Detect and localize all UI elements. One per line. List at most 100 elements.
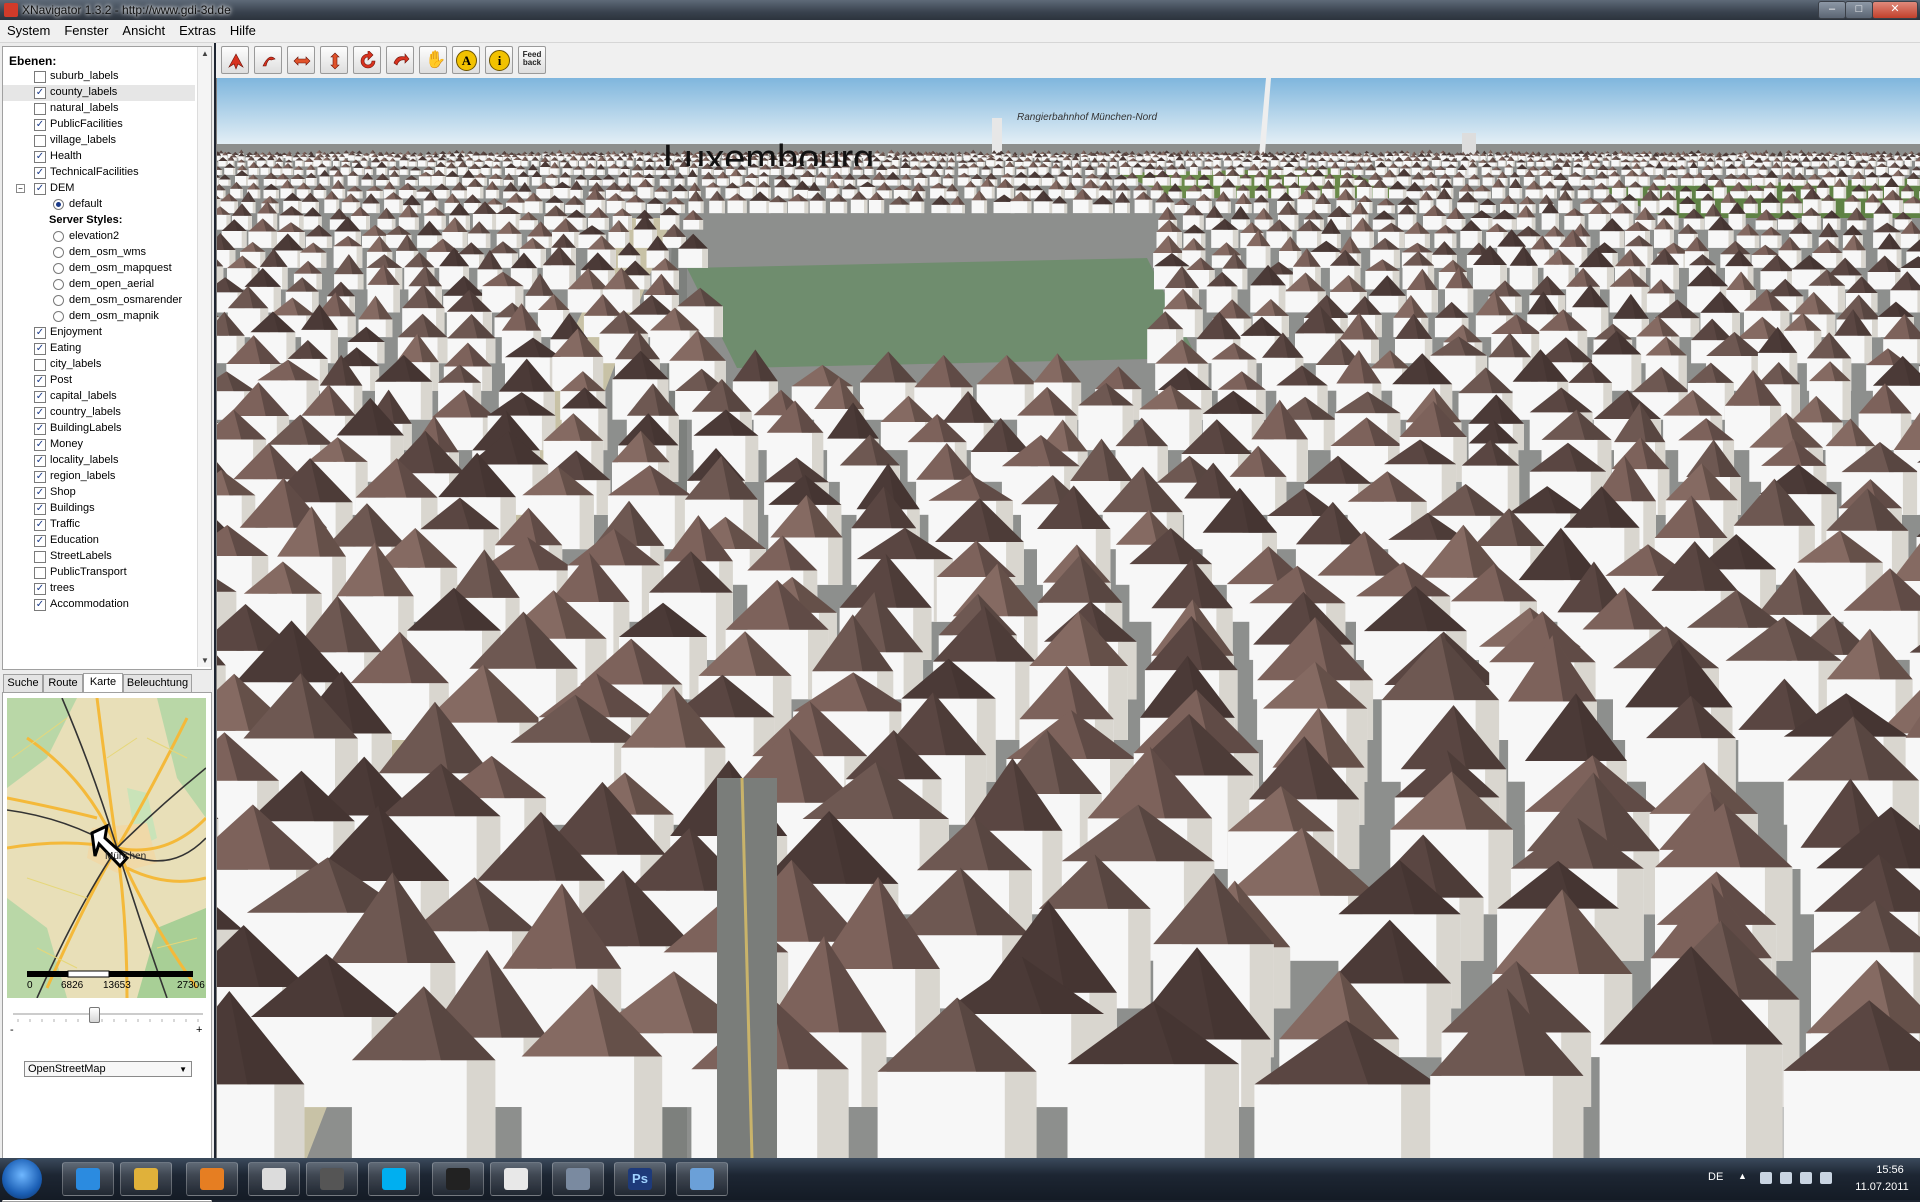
layer-checkbox[interactable]: ✓ bbox=[34, 327, 46, 339]
layer-checkbox[interactable]: ✓ bbox=[34, 375, 46, 387]
layer-checkbox[interactable]: ✓ bbox=[34, 583, 46, 595]
layer-item[interactable]: ✓capital_labels bbox=[3, 389, 195, 405]
map-source-select[interactable]: OpenStreetMap ▼ bbox=[24, 1061, 192, 1077]
menu-fenster[interactable]: Fenster bbox=[57, 20, 115, 38]
building-side bbox=[1478, 179, 1480, 185]
tab-route[interactable]: Route bbox=[43, 674, 83, 693]
scroll-down-icon[interactable]: ▼ bbox=[201, 656, 209, 665]
layer-checkbox[interactable]: ✓ bbox=[34, 391, 46, 403]
layer-checkbox[interactable] bbox=[34, 551, 46, 563]
layer-radio[interactable] bbox=[53, 295, 64, 306]
layer-checkbox[interactable]: ✓ bbox=[34, 455, 46, 467]
maximize-button[interactable]: □ bbox=[1845, 1, 1873, 19]
close-button[interactable]: ✕ bbox=[1872, 1, 1918, 19]
menu-extras[interactable]: Extras bbox=[172, 20, 223, 38]
layer-item[interactable]: ✓trees bbox=[3, 581, 195, 597]
building-side bbox=[909, 180, 911, 186]
annotation-button[interactable]: A bbox=[452, 46, 480, 74]
layer-scrollbar[interactable]: ▲ ▼ bbox=[197, 47, 211, 667]
layer-checkbox[interactable]: ✓ bbox=[34, 183, 46, 195]
fly-up-button[interactable] bbox=[221, 46, 249, 74]
layer-item[interactable]: dem_osm_mapnik bbox=[3, 309, 195, 325]
feedback-button[interactable]: Feed back bbox=[518, 46, 546, 74]
overview-map[interactable]: München 0 6826 13653 27306 bbox=[7, 698, 206, 998]
tab-karte[interactable]: Karte bbox=[83, 673, 123, 694]
layer-item[interactable]: default bbox=[3, 197, 195, 213]
layer-item[interactable]: ✓PublicFacilities bbox=[3, 117, 195, 133]
3d-view[interactable]: Luxembourg Rangierbahnhof München-Nord bbox=[216, 78, 1920, 1158]
layer-item[interactable]: suburb_labels bbox=[3, 69, 195, 85]
hand-pan-button[interactable]: ✋ bbox=[419, 46, 447, 74]
layer-item[interactable]: ✓Traffic bbox=[3, 517, 195, 533]
tab-beleuchtung[interactable]: Beleuchtung bbox=[123, 674, 192, 693]
turn-button[interactable] bbox=[386, 46, 414, 74]
layer-item[interactable]: ✓−DEM bbox=[3, 181, 195, 197]
layer-item[interactable]: StreetLabels bbox=[3, 549, 195, 565]
layer-item[interactable]: elevation2 bbox=[3, 229, 195, 245]
layer-checkbox[interactable] bbox=[34, 135, 46, 147]
zoom-slider[interactable]: - + bbox=[13, 1006, 203, 1046]
layer-checkbox[interactable]: ✓ bbox=[34, 599, 46, 611]
layer-item[interactable]: ✓Post bbox=[3, 373, 195, 389]
layer-checkbox[interactable]: ✓ bbox=[34, 343, 46, 355]
layer-item[interactable]: ✓Money bbox=[3, 437, 195, 453]
layer-checkbox[interactable] bbox=[34, 567, 46, 579]
layer-checkbox[interactable]: ✓ bbox=[34, 167, 46, 179]
move-horizontal-button[interactable] bbox=[287, 46, 315, 74]
rotate-button[interactable] bbox=[353, 46, 381, 74]
layer-radio[interactable] bbox=[53, 247, 64, 258]
scroll-up-icon[interactable]: ▲ bbox=[201, 49, 209, 58]
layer-item[interactable]: ✓BuildingLabels bbox=[3, 421, 195, 437]
layer-item[interactable]: village_labels bbox=[3, 133, 195, 149]
layer-checkbox[interactable] bbox=[34, 103, 46, 115]
layer-item[interactable]: dem_osm_wms bbox=[3, 245, 195, 261]
layer-checkbox[interactable] bbox=[34, 359, 46, 371]
layer-radio[interactable] bbox=[53, 199, 64, 210]
tab-suche[interactable]: Suche bbox=[3, 674, 43, 693]
layer-item[interactable]: ✓Accommodation bbox=[3, 597, 195, 613]
layer-item[interactable]: ✓Health bbox=[3, 149, 195, 165]
layer-checkbox[interactable]: ✓ bbox=[34, 471, 46, 483]
menu-system[interactable]: System bbox=[0, 20, 57, 38]
building-side bbox=[1818, 199, 1822, 213]
layer-checkbox[interactable]: ✓ bbox=[34, 407, 46, 419]
layer-item[interactable]: ✓region_labels bbox=[3, 469, 195, 485]
layer-checkbox[interactable] bbox=[34, 71, 46, 83]
layer-radio[interactable] bbox=[53, 279, 64, 290]
layer-checkbox[interactable]: ✓ bbox=[34, 151, 46, 163]
layer-checkbox[interactable]: ✓ bbox=[34, 119, 46, 131]
layer-item[interactable]: dem_osm_osmarender bbox=[3, 293, 195, 309]
layer-item[interactable]: dem_osm_mapquest bbox=[3, 261, 195, 277]
layer-radio[interactable] bbox=[53, 263, 64, 274]
layer-checkbox[interactable]: ✓ bbox=[34, 535, 46, 547]
layer-checkbox[interactable]: ✓ bbox=[34, 503, 46, 515]
layer-checkbox[interactable]: ✓ bbox=[34, 519, 46, 531]
layer-checkbox[interactable]: ✓ bbox=[34, 423, 46, 435]
layer-item[interactable]: ✓Shop bbox=[3, 485, 195, 501]
layer-item[interactable]: dem_open_aerial bbox=[3, 277, 195, 293]
layer-item[interactable]: ✓country_labels bbox=[3, 405, 195, 421]
fly-down-button[interactable] bbox=[254, 46, 282, 74]
layer-item[interactable]: ✓Enjoyment bbox=[3, 325, 195, 341]
move-vertical-button[interactable] bbox=[320, 46, 348, 74]
collapse-icon[interactable]: − bbox=[16, 184, 25, 193]
minimize-button[interactable]: – bbox=[1818, 1, 1846, 19]
zoom-slider-thumb[interactable] bbox=[89, 1007, 100, 1023]
layer-checkbox[interactable]: ✓ bbox=[34, 439, 46, 451]
layer-item[interactable]: city_labels bbox=[3, 357, 195, 373]
info-button[interactable]: i bbox=[485, 46, 513, 74]
layer-radio[interactable] bbox=[53, 311, 64, 322]
menu-ansicht[interactable]: Ansicht bbox=[115, 20, 172, 38]
layer-item[interactable]: ✓TechnicalFacilities bbox=[3, 165, 195, 181]
layer-item[interactable]: ✓county_labels bbox=[3, 85, 195, 101]
layer-radio[interactable] bbox=[53, 231, 64, 242]
layer-item[interactable]: ✓locality_labels bbox=[3, 453, 195, 469]
layer-item[interactable]: natural_labels bbox=[3, 101, 195, 117]
layer-item[interactable]: ✓Buildings bbox=[3, 501, 195, 517]
layer-item[interactable]: PublicTransport bbox=[3, 565, 195, 581]
layer-item[interactable]: ✓Education bbox=[3, 533, 195, 549]
layer-item[interactable]: ✓Eating bbox=[3, 341, 195, 357]
layer-checkbox[interactable]: ✓ bbox=[34, 487, 46, 499]
layer-checkbox[interactable]: ✓ bbox=[34, 87, 46, 99]
menu-hilfe[interactable]: Hilfe bbox=[223, 20, 263, 38]
